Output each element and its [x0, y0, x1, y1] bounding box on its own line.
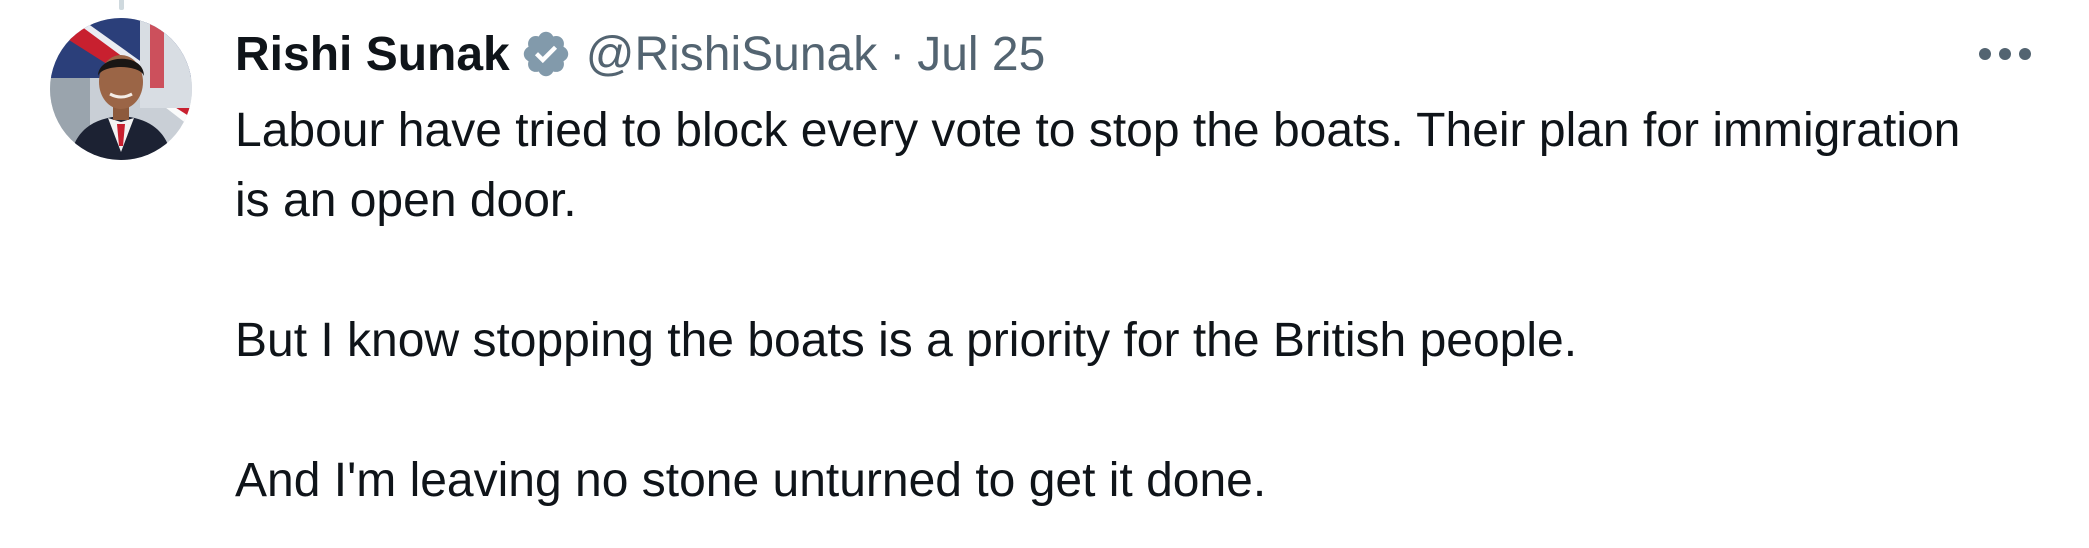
tweet-body: Labour have tried to block every vote to…	[235, 96, 1995, 516]
ellipsis-icon	[1979, 48, 2031, 60]
tweet-paragraph: But I know stopping the boats is a prior…	[235, 314, 1578, 367]
tweet-paragraph: And I'm leaving no stone unturned to get…	[235, 454, 1267, 507]
thread-connector-line	[119, 0, 124, 10]
more-options-button[interactable]	[1972, 30, 2038, 78]
verified-badge-icon[interactable]	[520, 28, 572, 80]
author-display-name[interactable]: Rishi Sunak	[235, 27, 510, 82]
tweet-header: Rishi Sunak @RishiSunak · Jul 25	[235, 18, 1045, 90]
author-handle[interactable]: @RishiSunak	[586, 27, 878, 82]
profile-photo-icon	[50, 18, 192, 160]
tweet-date[interactable]: Jul 25	[917, 27, 1045, 82]
avatar[interactable]	[50, 18, 192, 160]
tweet-paragraph: Labour have tried to block every vote to…	[235, 104, 1961, 227]
header-separator: ·	[889, 27, 906, 81]
